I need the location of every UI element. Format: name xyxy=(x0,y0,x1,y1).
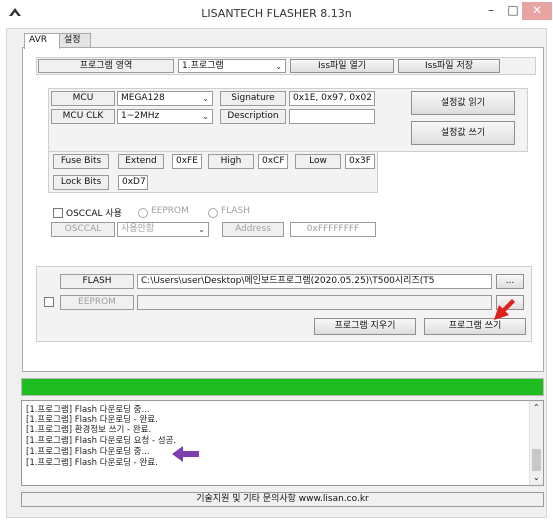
mcu-clk-label: MCU CLK xyxy=(51,109,115,124)
program-area-label: 프로그램 영역 xyxy=(38,59,174,73)
scroll-down-icon[interactable]: ⌄ xyxy=(533,473,540,482)
chevron-down-icon: ⌄ xyxy=(202,112,209,121)
eeprom-radio-label: EEPROM xyxy=(151,206,189,216)
iss-save-button[interactable]: Iss파일 저장 xyxy=(398,59,500,73)
write-settings-button[interactable]: 설정값 쓰기 xyxy=(411,121,515,145)
mcu-label: MCU xyxy=(51,91,115,106)
osccal-checkbox-label: OSCCAL 사용 xyxy=(66,209,122,219)
extend-field[interactable]: 0xFE xyxy=(172,154,202,169)
progress-bar xyxy=(21,378,544,396)
tab-avr[interactable]: AVR xyxy=(24,33,60,49)
log-line: [1.프로그램] Flash 다운로딩 중... xyxy=(26,405,150,415)
mcu-clk-value: 1~2MHz xyxy=(121,111,160,121)
osccal-select[interactable]: 사용안함 ⌄ xyxy=(117,222,209,237)
log-line: [1.프로그램] Flash 다운로딩 중... xyxy=(26,447,150,457)
signature-field[interactable]: 0x1E, 0x97, 0x02 xyxy=(289,91,375,106)
eeprom-checkbox[interactable] xyxy=(44,297,54,307)
red-arrow-annotation-icon xyxy=(494,299,515,320)
high-field[interactable]: 0xCF xyxy=(258,154,288,169)
support-footer[interactable]: 기술지원 및 기타 문의사항 www.lisan.co.kr xyxy=(21,492,544,507)
mcu-value: MEGA128 xyxy=(121,93,165,103)
lock-bits-label: Lock Bits xyxy=(53,175,109,190)
browse-flash-button[interactable]: ... xyxy=(496,274,524,289)
flash-path-field[interactable]: C:\Users\user\Desktop\메인보드프로그램(2020.05.2… xyxy=(137,274,492,289)
mcu-clk-select[interactable]: 1~2MHz ⌄ xyxy=(117,109,213,124)
flash-label: FLASH xyxy=(60,274,134,289)
extend-label: Extend xyxy=(118,154,164,169)
high-label: High xyxy=(208,154,254,169)
title-bar: LISANTECH FLASHER 8.13n – □ ✕ xyxy=(0,0,553,28)
iss-open-button[interactable]: Iss파일 열기 xyxy=(290,59,394,73)
address-field[interactable]: 0xFFFFFFFF xyxy=(290,222,376,237)
program-area-value: 1.프로그램 xyxy=(182,61,224,71)
scroll-thumb[interactable] xyxy=(532,449,541,471)
tab-settings[interactable]: 설정 xyxy=(59,33,91,48)
description-label: Description xyxy=(220,109,286,124)
chevron-down-icon: ⌄ xyxy=(198,225,205,234)
close-button[interactable]: ✕ xyxy=(522,2,552,20)
scroll-up-icon[interactable]: ⌃ xyxy=(533,403,540,412)
log-scrollbar[interactable]: ⌃ ⌄ xyxy=(529,401,543,485)
erase-program-button[interactable]: 프로그램 지우기 xyxy=(314,318,416,335)
osccal-label: OSCCAL xyxy=(51,222,115,237)
eeprom-label: EEPROM xyxy=(60,295,134,310)
log-line: [1.프로그램] Flash 다운로딩 - 완료. xyxy=(26,415,158,425)
mcu-select[interactable]: MEGA128 ⌄ xyxy=(117,91,213,106)
chevron-down-icon: ⌄ xyxy=(202,94,209,103)
fuse-bits-label: Fuse Bits xyxy=(53,154,109,169)
flash-radio[interactable] xyxy=(208,208,218,218)
lock-bits-field[interactable]: 0xD7 xyxy=(118,175,148,190)
signature-label: Signature xyxy=(220,91,286,106)
window-title: LISANTECH FLASHER 8.13n xyxy=(201,7,352,20)
log-area[interactable]: [1.프로그램] Flash 다운로딩 중... [1.프로그램] Flash … xyxy=(21,400,544,486)
log-line: [1.프로그램] 환경정보 쓰기 - 완료. xyxy=(26,425,152,435)
chevron-down-icon: ⌄ xyxy=(275,62,282,71)
flash-radio-label: FLASH xyxy=(221,206,251,216)
address-label: Address xyxy=(222,222,284,237)
low-label: Low xyxy=(295,154,341,169)
eeprom-path-field[interactable] xyxy=(137,295,492,310)
osccal-checkbox[interactable] xyxy=(53,208,63,218)
description-field[interactable] xyxy=(289,109,375,124)
log-line: [1.프로그램] Flash 다운로딩 요청 - 성공. xyxy=(26,436,177,446)
eeprom-radio[interactable] xyxy=(138,208,148,218)
read-settings-button[interactable]: 설정값 읽기 xyxy=(411,91,515,115)
purple-arrow-annotation-icon xyxy=(172,446,199,462)
program-area-select[interactable]: 1.프로그램 ⌄ xyxy=(178,59,286,73)
log-line: [1.프로그램] Flash 다운로딩 - 완료. xyxy=(26,458,158,468)
osccal-value: 사용안함 xyxy=(121,224,155,234)
low-field[interactable]: 0x3F xyxy=(345,154,375,169)
